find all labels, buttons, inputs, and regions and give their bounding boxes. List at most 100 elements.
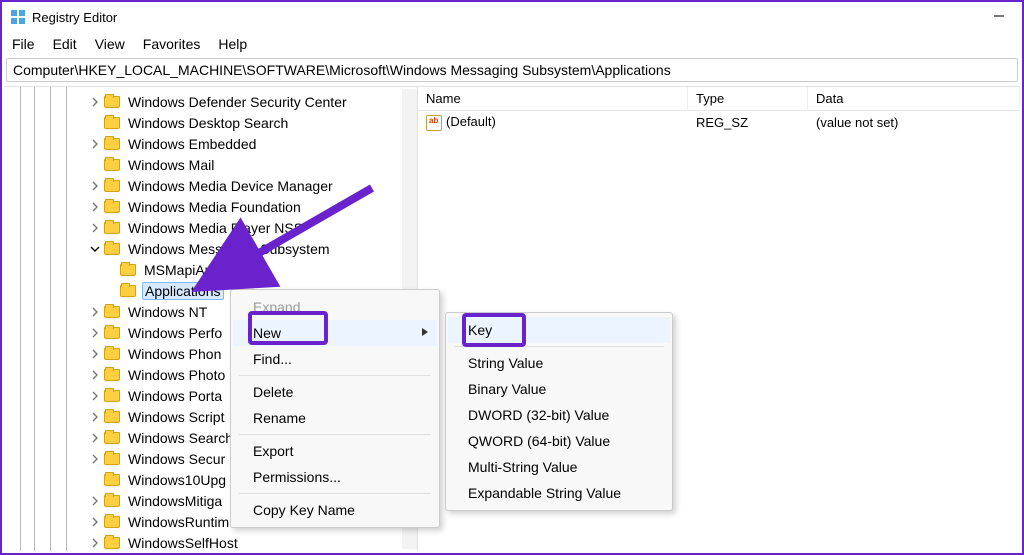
menu-item-label: QWORD (64-bit) Value xyxy=(468,433,610,449)
minimize-button[interactable] xyxy=(984,9,1014,26)
menu-item[interactable]: Multi-String Value xyxy=(448,454,670,480)
tree-line xyxy=(50,87,51,551)
column-data[interactable]: Data xyxy=(808,87,1020,110)
chevron-right-icon[interactable] xyxy=(88,328,102,338)
tree-indent xyxy=(4,238,88,259)
chevron-right-icon[interactable] xyxy=(88,412,102,422)
chevron-right-icon[interactable] xyxy=(88,433,102,443)
tree-indent xyxy=(4,217,88,238)
folder-icon xyxy=(104,516,120,528)
tree-item-label: Windows Mail xyxy=(126,157,216,173)
column-name[interactable]: Name xyxy=(418,87,688,110)
tree-item-label: Windows Media Foundation xyxy=(126,199,303,215)
chevron-right-icon[interactable] xyxy=(88,370,102,380)
chevron-right-icon[interactable] xyxy=(88,349,102,359)
chevron-right-icon[interactable] xyxy=(88,538,102,548)
menu-item-label: Binary Value xyxy=(468,381,546,397)
folder-icon xyxy=(104,180,120,192)
address-bar[interactable]: Computer\HKEY_LOCAL_MACHINE\SOFTWARE\Mic… xyxy=(6,58,1018,82)
menu-view[interactable]: View xyxy=(95,36,125,52)
menu-item-label: Find... xyxy=(253,351,292,367)
folder-icon xyxy=(104,474,120,486)
folder-icon xyxy=(104,306,120,318)
chevron-right-icon[interactable] xyxy=(88,181,102,191)
tree-indent xyxy=(4,301,88,322)
menu-item[interactable]: Key xyxy=(448,317,670,343)
chevron-right-icon[interactable] xyxy=(88,496,102,506)
menu-favorites[interactable]: Favorites xyxy=(143,36,201,52)
folder-icon xyxy=(104,432,120,444)
menu-edit[interactable]: Edit xyxy=(53,36,77,52)
menu-item: Expand xyxy=(233,294,437,320)
folder-icon xyxy=(104,495,120,507)
folder-icon xyxy=(104,96,120,108)
menu-item-label: Rename xyxy=(253,410,306,426)
tree-indent xyxy=(4,490,88,511)
submenu-new[interactable]: Key String Value Binary Value DWORD (32-bit… xyxy=(445,312,673,511)
value-name-cell: (Default) xyxy=(418,114,688,131)
tree-item-label: Windows Phon xyxy=(126,346,223,362)
tree-item-label: Windows Perfo xyxy=(126,325,224,341)
tree-indent xyxy=(4,322,88,343)
tree-item-label: MSMapiApps xyxy=(142,262,229,278)
tree-indent xyxy=(4,511,88,532)
value-row[interactable]: (Default)REG_SZ(value not set) xyxy=(418,111,1020,134)
tree-indent xyxy=(4,469,88,490)
menu-item[interactable]: Delete xyxy=(233,379,437,405)
string-value-icon xyxy=(426,115,442,131)
tree-line xyxy=(20,87,21,551)
menu-item[interactable]: Copy Key Name xyxy=(233,497,437,523)
menu-item-label: Expandable String Value xyxy=(468,485,621,501)
chevron-right-icon[interactable] xyxy=(88,139,102,149)
folder-icon xyxy=(104,327,120,339)
tree-indent xyxy=(4,532,88,551)
menu-item[interactable]: Export xyxy=(233,438,437,464)
folder-icon xyxy=(104,201,120,213)
tree-item-label: WindowsMitiga xyxy=(126,493,224,509)
chevron-right-icon[interactable] xyxy=(88,391,102,401)
folder-icon xyxy=(104,138,120,150)
menu-item-label: Permissions... xyxy=(253,469,341,485)
window-title: Registry Editor xyxy=(32,10,117,25)
title-bar: Registry Editor xyxy=(2,2,1022,32)
folder-icon xyxy=(104,243,120,255)
menu-item[interactable]: Permissions... xyxy=(233,464,437,490)
chevron-right-icon[interactable] xyxy=(88,223,102,233)
menu-item[interactable]: String Value xyxy=(448,350,670,376)
menu-file[interactable]: File xyxy=(12,36,35,52)
menu-item-label: String Value xyxy=(468,355,543,371)
tree-indent xyxy=(4,427,88,448)
menu-item-label: Multi-String Value xyxy=(468,459,577,475)
tree-indent xyxy=(4,406,88,427)
menu-item[interactable]: Find... xyxy=(233,346,437,372)
menu-help[interactable]: Help xyxy=(218,36,247,52)
menu-item[interactable]: QWORD (64-bit) Value xyxy=(448,428,670,454)
tree-item-label: Windows Photo xyxy=(126,367,227,383)
tree-line xyxy=(66,87,67,551)
chevron-down-icon[interactable] xyxy=(88,244,102,254)
chevron-right-icon[interactable] xyxy=(88,97,102,107)
column-type[interactable]: Type xyxy=(688,87,808,110)
menu-item[interactable]: New xyxy=(233,320,437,346)
menu-item[interactable]: Expandable String Value xyxy=(448,480,670,506)
chevron-right-icon[interactable] xyxy=(88,307,102,317)
chevron-right-icon[interactable] xyxy=(88,454,102,464)
menu-item[interactable]: DWORD (32-bit) Value xyxy=(448,402,670,428)
chevron-right-icon[interactable] xyxy=(88,202,102,212)
menu-item[interactable]: Binary Value xyxy=(448,376,670,402)
tree-indent xyxy=(4,175,88,196)
tree-indent xyxy=(4,112,88,133)
tree-item-label: Windows Defender Security Center xyxy=(126,94,349,110)
menu-item[interactable]: Rename xyxy=(233,405,437,431)
tree-item-label: Windows Media Device Manager xyxy=(126,178,335,194)
tree-item-label: Windows Embedded xyxy=(126,136,258,152)
tree-item-label: Windows Search xyxy=(126,430,235,446)
tree-item-label: Windows Porta xyxy=(126,388,224,404)
tree-item-label: Windows Secur xyxy=(126,451,227,467)
folder-icon xyxy=(104,411,120,423)
value-name: (Default) xyxy=(446,114,496,129)
chevron-right-icon[interactable] xyxy=(88,517,102,527)
folder-icon xyxy=(104,390,120,402)
folder-icon xyxy=(104,537,120,549)
context-menu[interactable]: ExpandNew Find... Delete Rename Export Permis… xyxy=(230,289,440,528)
